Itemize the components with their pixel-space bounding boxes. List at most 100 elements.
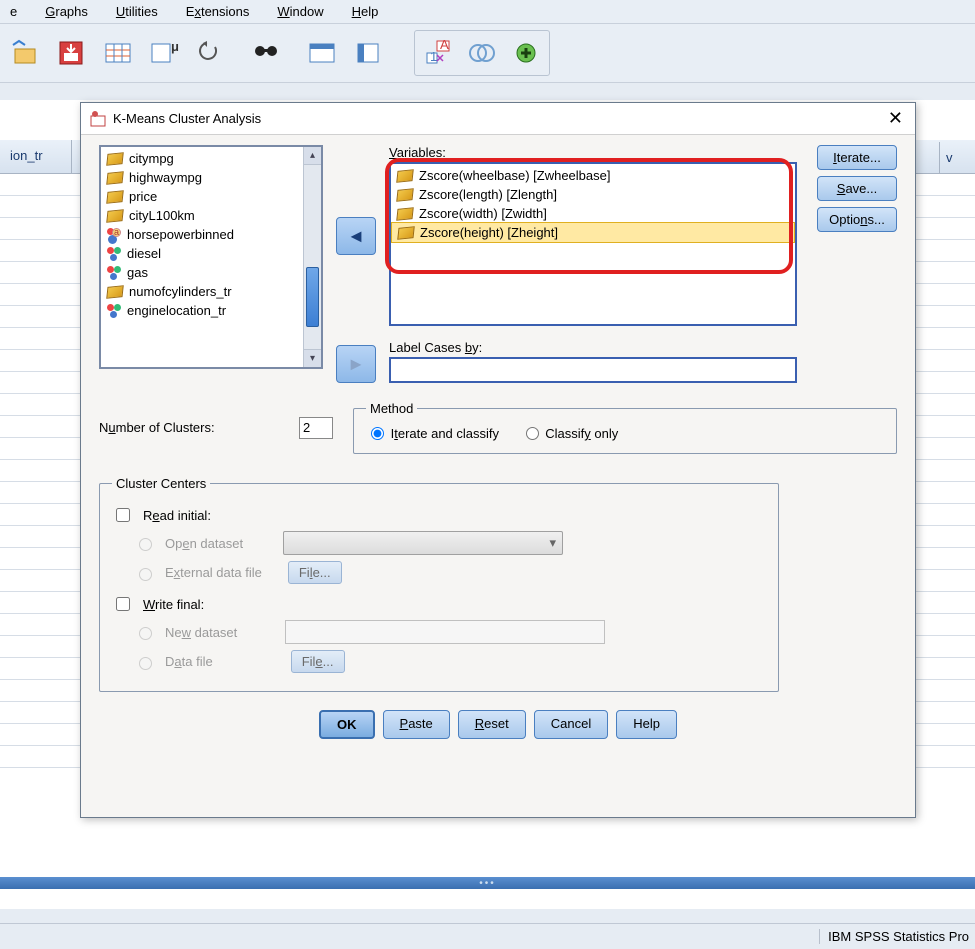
status-bar: IBM SPSS Statistics Pro — [0, 923, 975, 949]
list-item[interactable]: Zscore(length) [Zlength] — [391, 185, 795, 204]
cluster-centers-legend: Cluster Centers — [112, 476, 210, 491]
nominal-icon — [107, 266, 121, 280]
svg-text:A: A — [440, 39, 449, 52]
list-item[interactable]: highwaympg — [101, 168, 321, 187]
scale-icon — [397, 226, 415, 240]
method-legend: Method — [366, 401, 417, 416]
open-dataset-radio — [139, 538, 152, 551]
list-item-label: diesel — [127, 246, 161, 261]
list-item[interactable]: price — [101, 187, 321, 206]
write-file-button: File... — [291, 650, 345, 673]
col-header-right[interactable]: v — [939, 142, 975, 174]
compute-icon[interactable]: μ — [142, 32, 186, 74]
save-icon[interactable] — [50, 32, 94, 74]
menu-item-help[interactable]: Help — [352, 4, 379, 19]
list-item-label: price — [129, 189, 157, 204]
col-header[interactable]: ion_tr — [0, 140, 72, 173]
list-item[interactable]: numofcylinders_tr — [101, 282, 321, 301]
list-item-label: highwaympg — [129, 170, 202, 185]
toolbar-group: A1 — [414, 30, 550, 76]
read-initial-label: Read initial: — [143, 508, 211, 523]
app-icon — [89, 110, 107, 128]
scale-icon — [396, 188, 414, 202]
svg-text:μ: μ — [171, 39, 179, 54]
write-final-label: Write final: — [143, 597, 204, 612]
close-icon[interactable]: ✕ — [884, 108, 907, 129]
dialog-title: K-Means Cluster Analysis — [113, 111, 261, 126]
write-final-checkbox[interactable] — [116, 597, 130, 611]
menu-item-extensions[interactable]: Extensions — [186, 4, 250, 19]
label-cases-label: Label Cases by: — [389, 340, 797, 355]
data-file-radio — [139, 657, 152, 670]
menu-item[interactable]: e — [10, 4, 17, 19]
reset-button[interactable]: Reset — [458, 710, 526, 739]
add-icon[interactable] — [504, 32, 548, 74]
external-file-label: External data file — [165, 565, 262, 580]
list-item[interactable]: horsepowerbinned — [101, 225, 321, 244]
undo-icon[interactable] — [188, 32, 232, 74]
label-cases-input[interactable] — [389, 357, 797, 383]
classify-only-radio[interactable]: Classify only — [521, 426, 619, 441]
kmeans-dialog: K-Means Cluster Analysis ✕ citympg highwa… — [80, 102, 916, 818]
list-item[interactable]: cityL100km — [101, 206, 321, 225]
new-dataset-label: New dataset — [165, 625, 237, 640]
scale-icon — [106, 171, 124, 185]
nominal-string-icon — [107, 228, 121, 242]
options-button[interactable]: Options... — [817, 207, 897, 232]
list-item[interactable]: citympg — [101, 149, 321, 168]
nominal-icon — [107, 247, 121, 261]
help-button[interactable]: Help — [616, 710, 677, 739]
list-item-label: citympg — [129, 151, 174, 166]
move-right-button[interactable]: ► — [336, 345, 376, 383]
scroll-thumb[interactable] — [306, 267, 319, 327]
menu-item-window[interactable]: Window — [277, 4, 323, 19]
goto-icon[interactable] — [300, 32, 344, 74]
move-left-button[interactable]: ◄ — [336, 217, 376, 255]
list-item[interactable]: gas — [101, 263, 321, 282]
new-dataset-radio — [139, 627, 152, 640]
paste-button[interactable]: Paste — [383, 710, 450, 739]
dialog-button-row: OK Paste Reset Cancel Help — [99, 710, 897, 739]
method-group: Method Iterate and classify Classify onl… — [353, 401, 897, 454]
cancel-button[interactable]: Cancel — [534, 710, 608, 739]
list-item[interactable]: Zscore(height) [Zheight] — [391, 222, 795, 243]
list-item[interactable]: Zscore(wheelbase) [Zwheelbase] — [391, 166, 795, 185]
scroll-up-icon[interactable]: ▴ — [304, 147, 321, 165]
scale-icon — [106, 209, 124, 223]
scale-icon — [106, 285, 124, 299]
menu-item-utilities[interactable]: Utilities — [116, 4, 158, 19]
save-button[interactable]: Save... — [817, 176, 897, 201]
vars-icon[interactable] — [346, 32, 390, 74]
target-variable-list[interactable]: Zscore(wheelbase) [Zwheelbase] Zscore(len… — [389, 162, 797, 326]
list-item-label: Zscore(length) [Zlength] — [419, 187, 557, 202]
horizontal-splitter[interactable]: ••• — [0, 877, 975, 889]
iterate-button[interactable]: Iterate... — [817, 145, 897, 170]
read-initial-checkbox[interactable] — [116, 508, 130, 522]
list-item-label: Zscore(height) [Zheight] — [420, 225, 558, 240]
toolbar: μ A1 — [0, 24, 975, 83]
menu-item-graphs[interactable]: Graphsdocument.currentScript.previousEle… — [45, 4, 88, 19]
list-item-label: cityL100km — [129, 208, 195, 223]
source-variable-list[interactable]: citympg highwaympg price cityL100km horsepow… — [99, 145, 323, 369]
scale-icon — [396, 169, 414, 183]
list-item[interactable]: Zscore(width) [Zwidth] — [391, 204, 795, 223]
venn-icon[interactable] — [460, 32, 504, 74]
data-file-label: Data file — [165, 654, 213, 669]
cluster-centers-group: Cluster Centers Read initial: Open datas… — [99, 476, 779, 692]
list-item[interactable]: enginelocation_tr — [101, 301, 321, 320]
open-icon[interactable] — [4, 32, 48, 74]
scroll-down-icon[interactable]: ▾ — [304, 349, 321, 367]
find-icon[interactable] — [244, 32, 288, 74]
scrollbar[interactable]: ▴ ▾ — [303, 147, 321, 367]
dialog-titlebar: K-Means Cluster Analysis ✕ — [81, 103, 915, 135]
status-product: IBM SPSS Statistics Pro — [819, 929, 975, 944]
iterate-classify-radio[interactable]: Iterate and classify — [366, 426, 499, 441]
data-icon[interactable] — [96, 32, 140, 74]
list-item-label: horsepowerbinned — [127, 227, 234, 242]
list-item[interactable]: diesel — [101, 244, 321, 263]
ok-button[interactable]: OK — [319, 710, 375, 739]
value-labels-icon[interactable]: A1 — [416, 32, 460, 74]
menu-bar: e Graphsdocument.currentScript.previousE… — [0, 0, 975, 24]
num-clusters-input[interactable] — [299, 417, 333, 439]
scale-icon — [106, 152, 124, 166]
